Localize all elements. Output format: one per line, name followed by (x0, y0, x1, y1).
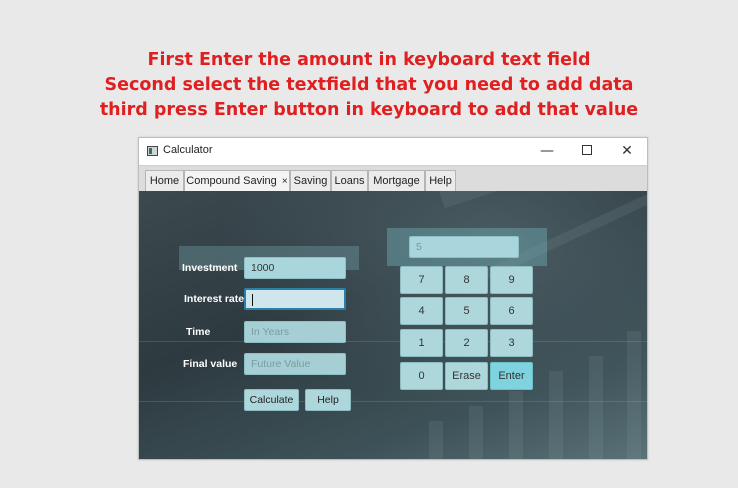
app-icon (147, 146, 158, 156)
tab-mortgage[interactable]: Mortgage (368, 170, 425, 192)
background-decoration (439, 191, 647, 209)
calculator-window: Calculator — ✕ Home Compound Saving × Sa… (138, 137, 648, 460)
background-decoration (509, 391, 523, 459)
interest-rate-field[interactable] (244, 288, 346, 310)
background-decoration (139, 401, 647, 402)
tab-bar: Home Compound Saving × Saving Loans Mort… (139, 165, 647, 192)
tab-help[interactable]: Help (425, 170, 456, 192)
keypad-key-3[interactable]: 3 (490, 329, 533, 357)
tab-close-icon[interactable]: × (282, 176, 288, 187)
tab-loans[interactable]: Loans (331, 170, 368, 192)
background-decoration (589, 356, 603, 459)
keypad-display[interactable]: 5 (409, 236, 519, 258)
title-bar[interactable]: Calculator — ✕ (139, 138, 647, 165)
tab-compound-saving-label: Compound Saving (186, 175, 277, 187)
interest-rate-label: Interest rate (184, 293, 245, 305)
background-decoration (469, 406, 483, 459)
compound-saving-panel: Investment 1000 Interest rate Time In Ye… (139, 191, 647, 459)
maximize-icon (582, 145, 592, 155)
keypad-key-7[interactable]: 7 (400, 266, 443, 294)
tab-saving-label: Saving (293, 175, 328, 187)
keypad-key-0[interactable]: 0 (400, 362, 443, 390)
close-button[interactable]: ✕ (607, 138, 647, 165)
window-title: Calculator (163, 144, 213, 156)
keypad-key-8[interactable]: 8 (445, 266, 488, 294)
keypad-erase-button[interactable]: Erase (445, 362, 488, 390)
instruction-line-3: third press Enter button in keyboard to … (99, 100, 639, 120)
keypad-key-2[interactable]: 2 (445, 329, 488, 357)
text-caret (252, 294, 253, 307)
investment-field[interactable]: 1000 (244, 257, 346, 279)
investment-label: Investment (182, 262, 238, 274)
tab-mortgage-label: Mortgage (373, 175, 420, 187)
tab-compound-saving[interactable]: Compound Saving × (184, 170, 290, 192)
tab-saving[interactable]: Saving (290, 170, 331, 192)
time-label: Time (186, 326, 211, 338)
tab-home[interactable]: Home (145, 170, 184, 192)
final-value-label: Final value (183, 358, 238, 370)
keypad-key-1[interactable]: 1 (400, 329, 443, 357)
keypad-key-9[interactable]: 9 (490, 266, 533, 294)
background-decoration (139, 341, 647, 342)
keypad-enter-button[interactable]: Enter (490, 362, 533, 390)
background-decoration (429, 421, 443, 459)
time-field[interactable]: In Years (244, 321, 346, 343)
background-decoration (627, 331, 641, 459)
tab-loans-label: Loans (334, 175, 365, 187)
keypad-key-5[interactable]: 5 (445, 297, 488, 325)
instruction-line-2: Second select the textfield that you nee… (104, 75, 634, 95)
minimize-button[interactable]: — (527, 138, 567, 165)
final-value-field[interactable]: Future Value (244, 353, 346, 375)
tab-home-label: Home (149, 175, 180, 187)
keypad-key-6[interactable]: 6 (490, 297, 533, 325)
maximize-button[interactable] (567, 138, 607, 165)
tab-help-label: Help (429, 175, 452, 187)
instruction-line-1: First Enter the amount in keyboard text … (147, 50, 591, 70)
calculate-button[interactable]: Calculate (244, 389, 299, 411)
background-decoration (549, 371, 563, 459)
help-button[interactable]: Help (305, 389, 351, 411)
instructions-text: First Enter the amount in keyboard text … (0, 48, 738, 123)
keypad-key-4[interactable]: 4 (400, 297, 443, 325)
